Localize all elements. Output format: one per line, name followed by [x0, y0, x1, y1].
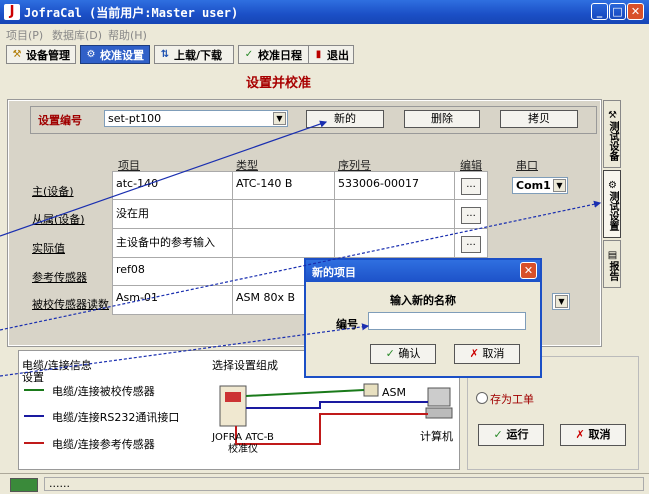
- cell-type-2[interactable]: [232, 228, 336, 258]
- calibrator-label: JOFRA ATC-B 校准仪: [212, 432, 274, 455]
- dialog-ok-button[interactable]: ✓ 确认: [370, 344, 436, 364]
- legend-item-rs232: 电缆/连接RS232通讯接口: [52, 411, 180, 424]
- title-bar[interactable]: J JofraCal (当前用户:Master user) _ □ ✕: [0, 0, 649, 24]
- cell-item-0[interactable]: atc-140: [112, 171, 234, 200]
- check-icon: ✓: [244, 48, 254, 60]
- dialog-cancel-button[interactable]: ✗ 取消: [454, 344, 520, 364]
- window-title: JofraCal (当前用户:Master user): [24, 6, 239, 20]
- calibration-schedule-button[interactable]: ✓ 校准日程: [238, 45, 310, 64]
- gear-icon: ⚙: [607, 179, 618, 191]
- edit-button[interactable]: ...: [461, 178, 481, 195]
- setup-number-combo[interactable]: set-pt100 ▼: [104, 110, 288, 127]
- cell-serial-1[interactable]: [334, 199, 456, 229]
- gear-icon: ⚙: [86, 48, 96, 60]
- cell-item-3[interactable]: ref08: [112, 257, 234, 286]
- tab-test-device[interactable]: ⚒测试设备: [603, 100, 621, 168]
- legend-item-reference: 电缆/连接参考传感器: [52, 438, 155, 451]
- col-header-port: 串口: [516, 159, 538, 172]
- legend-subtitle: 设置: [22, 371, 44, 384]
- save-workorder-radio[interactable]: [476, 392, 488, 404]
- tab-test-setup[interactable]: ⚙测试设置: [603, 170, 621, 238]
- legend-line-red: [24, 442, 44, 444]
- blue-cable: [246, 401, 428, 409]
- toolbar: ⚒ 设备管理 ⚙ 校准设置 ⇅ 上载/下载 ✓ 校准日程 ▮ 退出: [0, 42, 649, 69]
- device-management-button[interactable]: ⚒ 设备管理: [6, 45, 76, 64]
- app-icon: J: [4, 4, 20, 20]
- port-combo[interactable]: Com1 ▼: [512, 177, 568, 194]
- x-icon: ✗: [575, 428, 585, 441]
- port-combo-dut[interactable]: ▼: [552, 293, 570, 310]
- legend-line-blue: [24, 415, 44, 417]
- menu-database[interactable]: 数据库(D): [52, 27, 102, 43]
- status-bar: ......: [0, 473, 649, 494]
- close-icon[interactable]: ✕: [520, 262, 537, 279]
- upload-download-button[interactable]: ⇅ 上载/下载: [154, 45, 234, 64]
- menu-bar: 项目(P) 数据库(D) 帮助(H): [0, 24, 649, 42]
- cell-item-1[interactable]: 没在用: [112, 199, 234, 229]
- tab-report[interactable]: ▤报告: [603, 240, 621, 288]
- legend-item-dut: 电缆/连接被校传感器: [52, 385, 155, 398]
- row-label-dut: 被校传感器读数: [32, 298, 109, 311]
- save-workorder-label: 存为工单: [490, 393, 534, 406]
- dialog-title-bar[interactable]: 新的项目 ✕: [306, 260, 540, 282]
- copy-button[interactable]: 拷贝: [500, 110, 578, 128]
- row-label-slave: 从属(设备): [32, 213, 85, 226]
- edit-button[interactable]: ...: [461, 207, 481, 224]
- chevron-down-icon[interactable]: ▼: [273, 112, 286, 125]
- computer-monitor-icon: [427, 387, 451, 407]
- dialog-field-label: 编号: [336, 318, 358, 331]
- computer-base-icon: [425, 407, 453, 419]
- transfer-icon: ⇅: [160, 48, 170, 60]
- run-button[interactable]: ✓ 运行: [478, 424, 544, 446]
- legend-line-green: [24, 389, 44, 391]
- green-cable: [245, 389, 365, 397]
- x-icon: ✗: [469, 347, 479, 360]
- close-icon[interactable]: ✕: [627, 3, 644, 20]
- exit-icon: ▮: [315, 48, 322, 60]
- chevron-down-icon[interactable]: ▼: [555, 295, 568, 308]
- row-label-master: 主(设备): [32, 185, 74, 198]
- minimize-icon[interactable]: _: [591, 3, 608, 20]
- menu-help[interactable]: 帮助(H): [108, 27, 147, 43]
- cell-type-0[interactable]: ATC-140 B: [232, 171, 336, 200]
- row-label-reference: 参考传感器: [32, 271, 87, 284]
- wrench-icon: ⚒: [12, 48, 22, 60]
- report-icon: ▤: [607, 249, 618, 261]
- cell-item-2[interactable]: 主设备中的参考输入: [112, 228, 234, 258]
- edit-button[interactable]: ...: [461, 236, 481, 253]
- row-label-actual: 实际值: [32, 242, 65, 255]
- page-title: 设置并校准: [246, 76, 312, 91]
- cancel-run-button[interactable]: ✗ 取消: [560, 424, 626, 446]
- chevron-down-icon[interactable]: ▼: [553, 179, 566, 192]
- wrench-icon: ⚒: [607, 109, 618, 121]
- setup-number-label: 设置编号: [38, 114, 82, 127]
- cell-serial-0[interactable]: 533006-00017: [334, 171, 456, 200]
- calibrator-display: [225, 392, 241, 402]
- asm-device-icon: [363, 383, 379, 397]
- check-icon: ✓: [493, 428, 503, 441]
- status-field: ......: [44, 477, 644, 491]
- check-icon: ✓: [385, 347, 395, 360]
- new-button[interactable]: 新的: [306, 110, 384, 128]
- dialog-prompt: 输入新的名称: [390, 294, 456, 307]
- delete-button[interactable]: 删除: [404, 110, 480, 128]
- exit-button[interactable]: ▮ 退出: [308, 45, 354, 64]
- cell-serial-2[interactable]: [334, 228, 456, 258]
- computer-label: 计算机: [420, 430, 453, 443]
- cell-type-1[interactable]: [232, 199, 336, 229]
- cell-item-4[interactable]: Asm-01: [112, 285, 234, 315]
- dialog-number-input[interactable]: [368, 312, 526, 330]
- connection-icon: [10, 478, 38, 492]
- asm-label: ASM: [382, 386, 406, 399]
- calibration-setup-button[interactable]: ⚙ 校准设置: [80, 45, 150, 64]
- new-item-dialog: 新的项目 ✕ 输入新的名称 编号 ✓ 确认 ✗ 取消: [304, 258, 542, 378]
- menu-project[interactable]: 项目(P): [6, 27, 43, 43]
- dialog-title: 新的项目: [312, 266, 356, 279]
- maximize-icon[interactable]: □: [609, 3, 626, 20]
